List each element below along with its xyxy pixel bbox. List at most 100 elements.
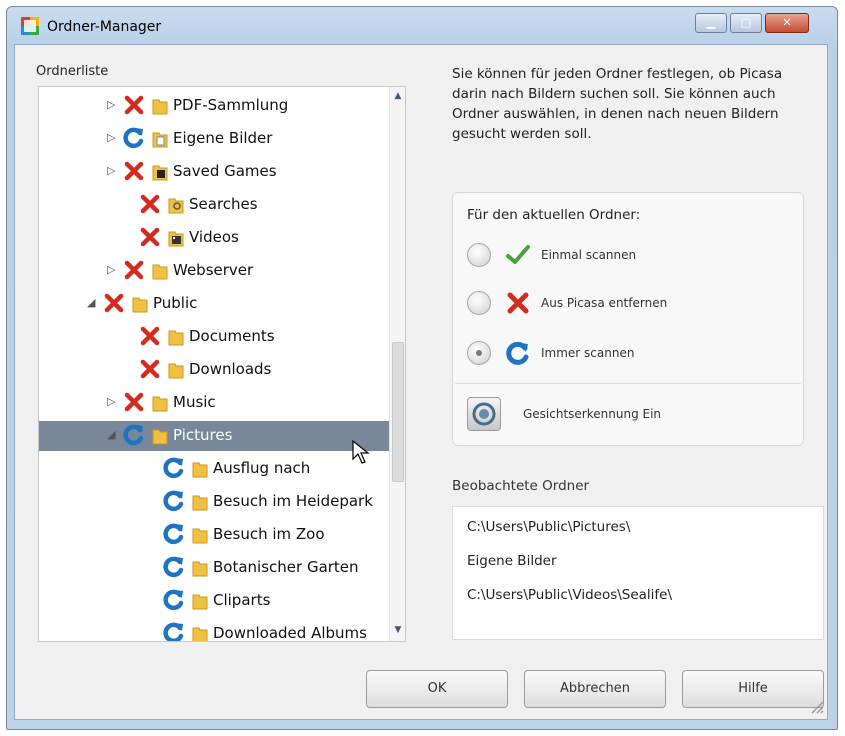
folder-icon [168,231,184,247]
tree-row-label: Eigene Bilder [173,129,273,147]
x-icon [140,326,160,346]
tree-row[interactable]: Cliparts [39,586,389,616]
folder-icon [192,495,208,511]
tree-row-label: Saved Games [173,162,277,180]
folder-icon [132,297,148,313]
tree-row[interactable]: Ausflug nach [39,454,389,484]
tree-row-label: Videos [189,228,239,246]
scroll-thumb[interactable] [392,342,404,482]
minimize-button[interactable]: ▁ [695,13,727,33]
x-icon [104,293,124,313]
window-title: Ordner-Manager [47,19,162,35]
maximize-button[interactable]: □ [730,13,762,33]
minimize-icon: ▁ [706,16,716,29]
tree-row[interactable]: Downloads [39,355,389,385]
picasa-app-icon [21,17,39,35]
resize-grip-icon[interactable] [808,698,824,714]
maximize-icon: □ [740,16,752,29]
tree-row-label: PDF-Sammlung [173,96,289,114]
tree-row[interactable]: Besuch im Zoo [39,520,389,550]
refresh-icon [506,341,529,365]
expand-arrow-icon[interactable]: ▷ [107,395,119,408]
expand-arrow-icon[interactable]: ▷ [107,131,119,144]
folder-list-label: Ordnerliste [36,64,109,79]
tree-row-label: Cliparts [213,591,271,609]
scan-once-radio[interactable] [467,243,491,267]
refresh-icon [163,622,184,641]
watched-folders-label: Beobachtete Ordner [452,478,590,494]
folder-icon [192,561,208,577]
ok-button[interactable]: OK [366,670,508,708]
tree-row-label: Searches [189,195,258,213]
tree-scrollbar[interactable]: ▲ ▼ [389,87,405,641]
folder-icon [168,363,184,379]
folder-icon [152,429,168,445]
tree-row-label: Ausflug nach [213,459,311,477]
watched-folder-item[interactable]: C:\Users\Public\Videos\Sealife\ [467,587,672,603]
expand-arrow-icon[interactable]: ▷ [107,263,119,276]
x-icon [124,392,144,412]
tree-row[interactable]: Downloaded Albums [39,619,389,642]
remove-label: Aus Picasa entfernen [541,296,668,310]
tree-row-label: Documents [189,327,275,345]
tree-row-label: Besuch im Zoo [213,525,325,543]
refresh-icon [123,424,144,446]
folder-tree[interactable]: ▷ PDF-Sammlung ▷ Eigene Bilder ▷ Saved Games S… [38,86,406,642]
cancel-button[interactable]: Abbrechen [524,670,666,708]
scroll-up-button[interactable]: ▲ [390,87,405,105]
tree-row-label: Botanischer Garten [213,558,359,576]
help-button[interactable]: Hilfe [682,670,824,708]
watched-folders-list[interactable]: C:\Users\Public\Pictures\ Eigene Bilder … [452,506,824,640]
refresh-icon [163,457,184,479]
x-icon [140,227,160,247]
remove-radio[interactable] [467,291,491,315]
panel-divider [455,383,801,384]
folder-icon [152,165,168,181]
x-icon [124,95,144,115]
tree-row[interactable]: ▷ Saved Games [39,157,389,187]
close-button[interactable]: ✕ [765,13,809,33]
refresh-icon [163,589,184,611]
tree-row[interactable]: Botanischer Garten [39,553,389,583]
watched-folder-item[interactable]: Eigene Bilder [467,553,557,569]
current-folder-panel: Für den aktuellen Ordner: Einmal scannen… [452,192,804,446]
tree-row[interactable]: Documents [39,322,389,352]
tree-row[interactable]: ▷ PDF-Sammlung [39,91,389,121]
tree-row[interactable]: ▷ Webserver [39,256,389,286]
check-icon [506,245,530,264]
tree-row-label: Pictures [173,426,233,444]
x-icon [507,292,529,314]
expand-arrow-icon[interactable]: ▷ [107,164,119,177]
expand-arrow-icon[interactable]: ▷ [107,98,119,111]
tree-row-label: Music [173,393,216,411]
option-remove-from-picasa[interactable]: Aus Picasa entfernen [467,289,787,319]
tree-row[interactable]: ▷ Music [39,388,389,418]
folder-icon [152,99,168,115]
face-recognition-icon [467,397,501,431]
always-scan-label: Immer scannen [541,346,635,360]
collapse-arrow-icon[interactable]: ◢ [87,296,99,309]
tree-row[interactable]: Besuch im Heidepark [39,487,389,517]
tree-row[interactable]: ◢ Pictures [39,421,389,451]
refresh-icon [163,556,184,578]
option-always-scan[interactable]: Immer scannen [467,339,787,369]
tree-row[interactable]: ▷ Eigene Bilder [39,124,389,154]
title-bar[interactable]: Ordner-Manager ▁ □ ✕ [7,7,837,45]
tree-row[interactable]: Searches [39,190,389,220]
tree-row[interactable]: ◢ Public [39,289,389,319]
info-text: Sie können für jeden Ordner festlegen, o… [452,66,783,142]
always-scan-radio[interactable] [467,341,491,365]
tree-row[interactable]: Videos [39,223,389,253]
folder-icon [192,594,208,610]
face-recognition-toggle[interactable]: Gesichtserkennung Ein [467,397,767,431]
option-scan-once[interactable]: Einmal scannen [467,241,787,271]
folder-icon [152,132,168,148]
tree-row-label: Downloaded Albums [213,624,367,642]
scroll-down-button[interactable]: ▼ [390,621,405,639]
folder-icon [152,264,168,280]
folder-icon [192,528,208,544]
collapse-arrow-icon[interactable]: ◢ [107,428,119,441]
watched-folder-item[interactable]: C:\Users\Public\Pictures\ [467,519,630,535]
refresh-icon [163,523,184,545]
tree-row-label: Public [153,294,198,312]
